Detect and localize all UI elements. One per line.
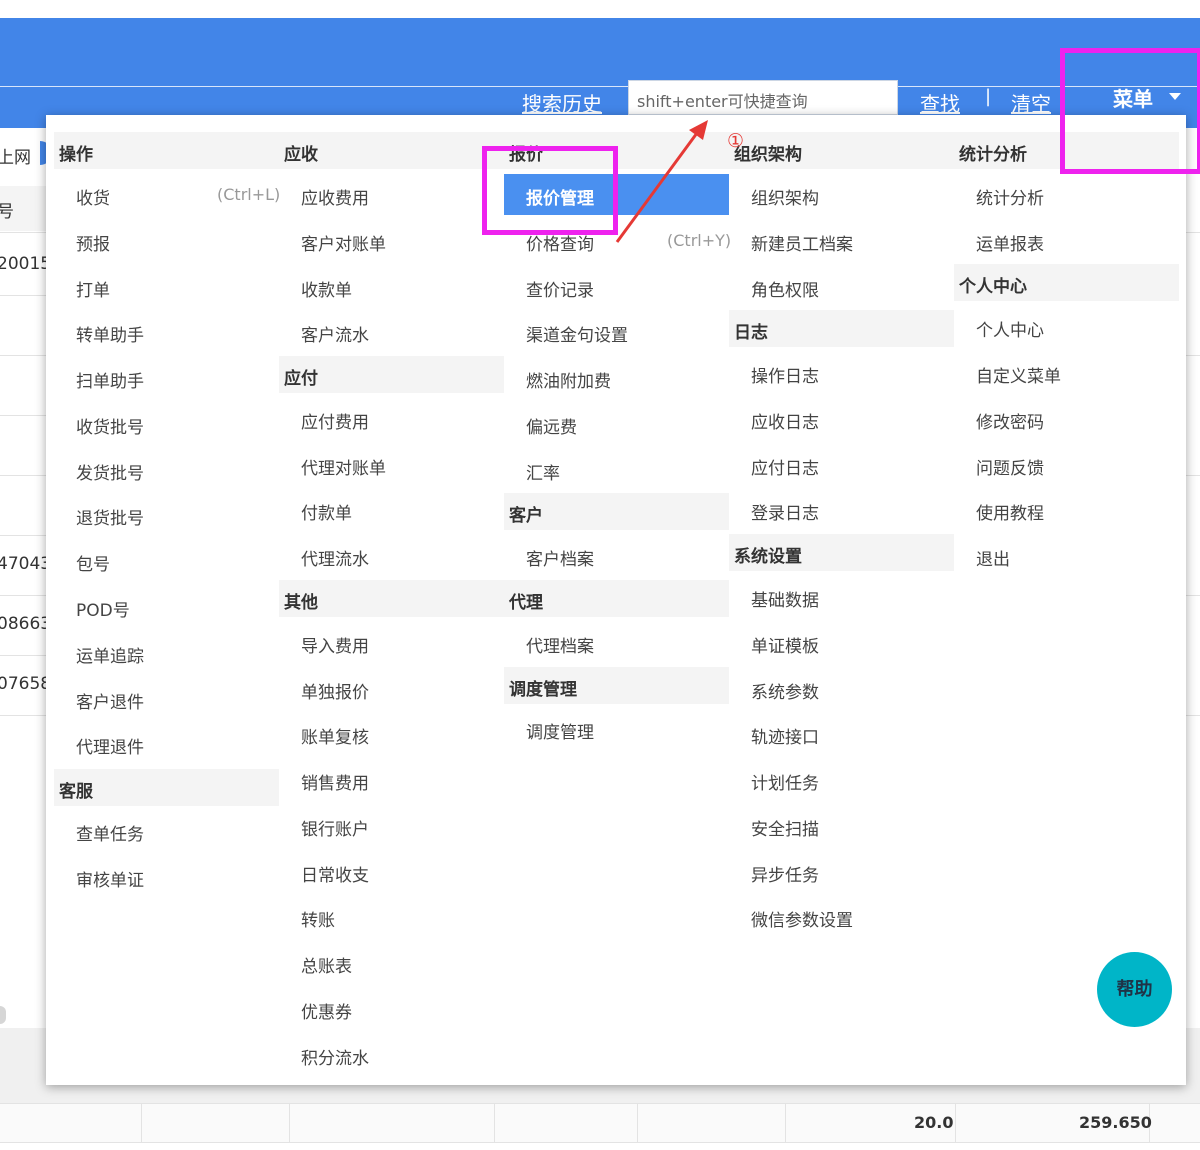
arrow-head [689,120,708,140]
arrow-line [615,132,699,243]
annotation-arrow-icon [615,120,708,243]
help-button[interactable]: 帮助 [1097,952,1172,1027]
